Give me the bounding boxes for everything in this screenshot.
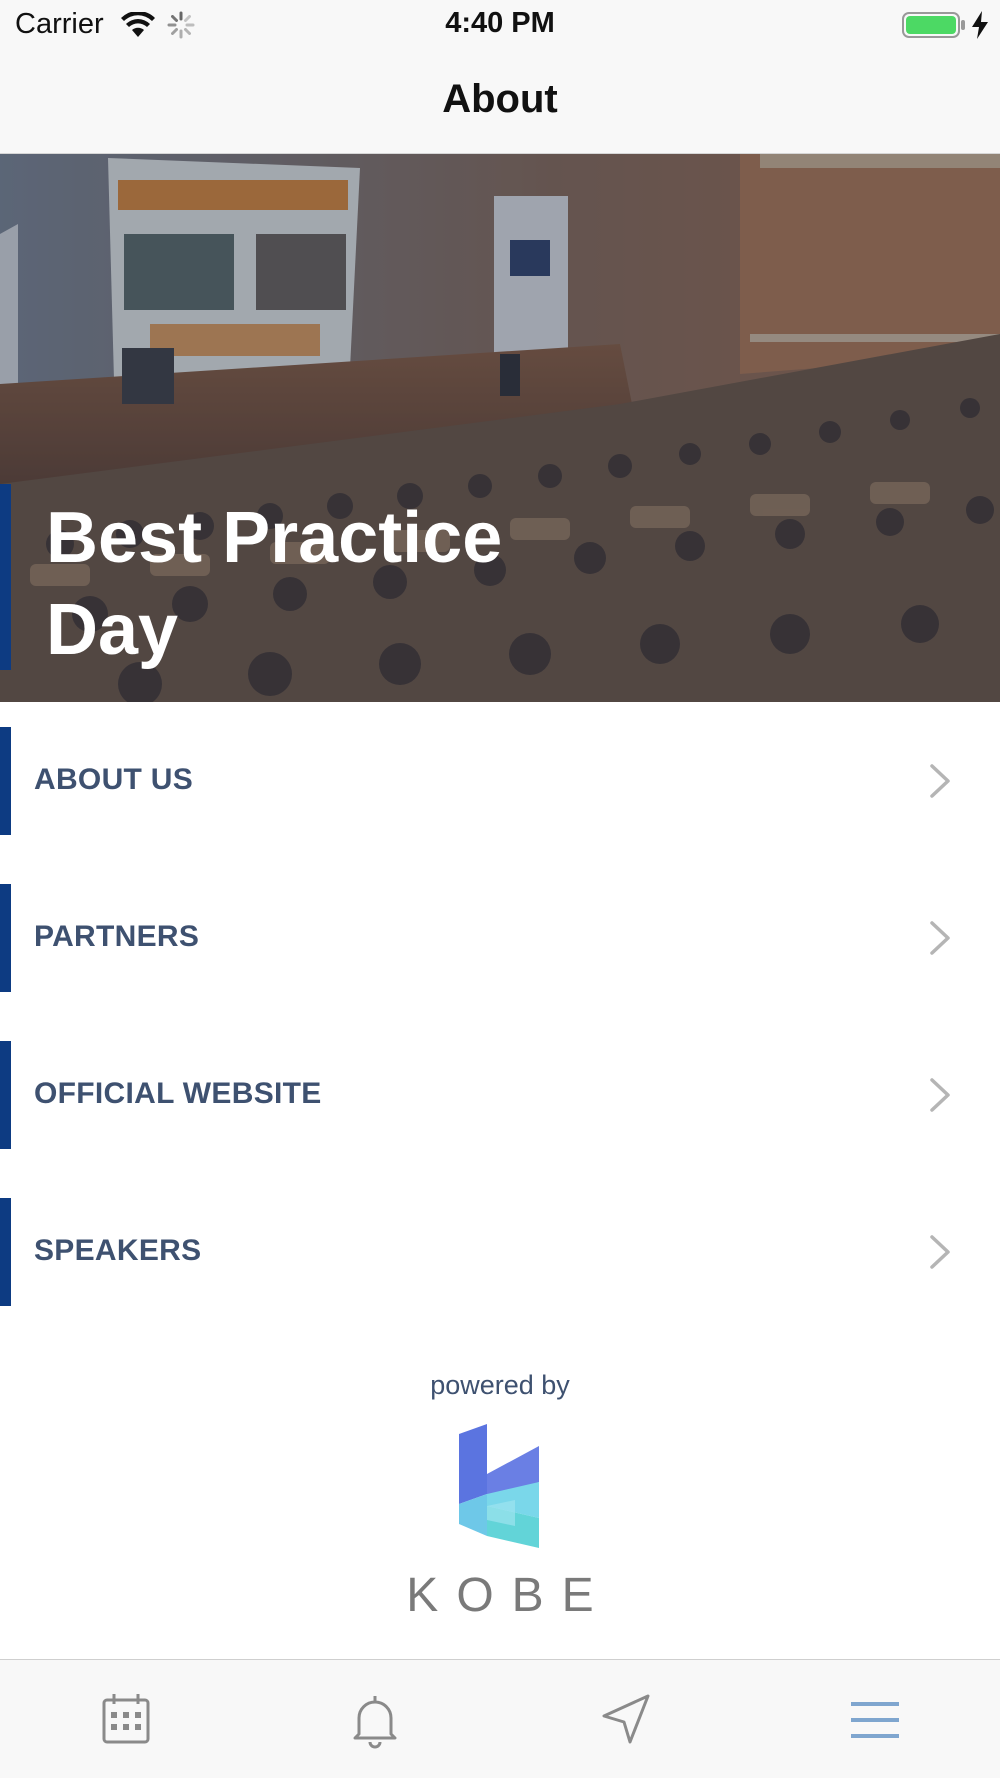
menu-item-label: PARTNERS [34, 920, 200, 953]
battery-icon [902, 12, 965, 38]
menu-item-label: SPEAKERS [34, 1234, 202, 1267]
calendar-icon[interactable] [96, 1690, 156, 1750]
menu-accent-bar [0, 727, 11, 835]
hamburger-menu-icon[interactable] [845, 1690, 905, 1750]
charging-bolt-icon [972, 11, 988, 39]
chevron-right-icon [930, 1078, 950, 1112]
menu-accent-bar [0, 884, 11, 992]
menu-item-speakers[interactable]: SPEAKERS [0, 1198, 1000, 1306]
menu-item-official-website[interactable]: OFFICIAL WEBSITE [0, 1041, 1000, 1149]
hero-banner: Best Practice Day [0, 154, 1000, 702]
menu-item-label: ABOUT US [34, 763, 194, 796]
menu-item-partners[interactable]: PARTNERS [0, 884, 1000, 992]
kobe-logo-icon [459, 1424, 539, 1548]
hero-title-line1: Best Practice [46, 498, 503, 578]
kobe-brand-text: KOBE [406, 1569, 612, 1622]
powered-by-label: powered by [430, 1370, 570, 1400]
hero-accent-bar [0, 484, 11, 670]
chevron-right-icon [930, 1235, 950, 1269]
menu-accent-bar [0, 1198, 11, 1306]
tab-bar [0, 1659, 1000, 1778]
hero-title: Best Practice Day [46, 492, 606, 676]
menu-accent-bar [0, 1041, 11, 1149]
menu-item-about-us[interactable]: ABOUT US [0, 727, 1000, 835]
menu-item-label: OFFICIAL WEBSITE [34, 1077, 322, 1110]
page-title: About [442, 77, 558, 121]
status-bar: Carrier 4:40 PM [0, 0, 1000, 52]
navigation-bar: About [0, 52, 1000, 154]
hero-title-line2: Day [46, 590, 179, 670]
bell-icon[interactable] [345, 1690, 405, 1750]
status-time: 4:40 PM [445, 7, 555, 39]
chevron-right-icon [930, 921, 950, 955]
navigation-arrow-icon[interactable] [596, 1690, 656, 1750]
chevron-right-icon [930, 764, 950, 798]
